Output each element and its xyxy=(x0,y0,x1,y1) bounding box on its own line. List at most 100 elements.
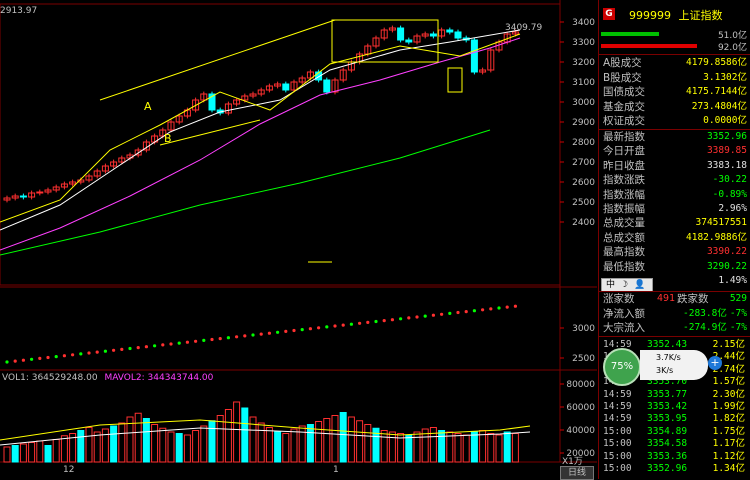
x-label-jan: 1 xyxy=(333,465,339,475)
volume-bar xyxy=(413,431,421,463)
bar2-value: 92.0亿 xyxy=(717,43,747,53)
lang-zh-button[interactable]: 中 xyxy=(606,279,615,291)
flow-dot xyxy=(464,310,468,314)
kline-chart[interactable]: 3400 3300 3200 3100 3000 2900 2800 2700 2600 2500… xyxy=(0,0,597,479)
index-row-1-value: 3389.85 xyxy=(706,145,747,157)
volume-bar xyxy=(356,420,364,463)
index-row-7: 总成交额 4182.9886亿 xyxy=(601,231,749,245)
peak-label: 3409.79 xyxy=(505,23,542,33)
price-axis-label: 2600 xyxy=(572,178,595,188)
index-row-6-value: 374517551 xyxy=(695,217,747,229)
user-icon[interactable]: 👤 xyxy=(634,279,645,291)
flow-pct: -7% xyxy=(729,322,747,333)
g-badge[interactable]: G xyxy=(603,8,615,20)
flow-pct: -7% xyxy=(729,308,747,319)
tick-volume: 1.34亿 xyxy=(712,463,745,474)
flow-dot xyxy=(194,339,198,343)
flow-dot xyxy=(103,349,107,353)
up-count: 491 xyxy=(657,293,676,304)
flow-dot xyxy=(62,354,66,358)
index-row-4: 指数涨幅 -0.89% xyxy=(601,188,749,202)
index-row-2-label: 昨日收盘 xyxy=(603,159,645,172)
price-axis-label: 2700 xyxy=(572,158,595,168)
index-row-5-value: 2.96% xyxy=(718,203,747,214)
trade-row-4: 权证成交 0.0000亿 xyxy=(601,114,749,128)
price-axis-label: 3000 xyxy=(572,98,595,108)
flow-label: 净流入额 xyxy=(603,308,645,320)
index-row-3-value: -30.22 xyxy=(712,174,747,186)
speed-percent[interactable]: 75% xyxy=(603,348,641,386)
price-axis-label: 2900 xyxy=(572,118,595,128)
price-axis-label: 2500 xyxy=(572,198,595,208)
flow-dot xyxy=(431,313,435,317)
index-row-6-label: 总成交量 xyxy=(603,217,645,230)
trade-row-3-value: 273.4804亿 xyxy=(691,100,747,112)
candle-body xyxy=(454,31,462,39)
volume-bar xyxy=(274,431,282,463)
price-axis-label: 3300 xyxy=(572,38,595,48)
candle-body xyxy=(19,195,27,198)
price-axis-label: 3400 xyxy=(572,18,595,28)
volume-bar xyxy=(19,443,27,463)
volume-bar xyxy=(429,427,437,463)
flow-dot xyxy=(38,356,42,360)
volume-bar xyxy=(470,431,478,463)
index-name: 999999 上证指数 xyxy=(629,7,723,23)
flow-dot xyxy=(153,344,157,348)
flow-dot xyxy=(202,338,206,342)
volume-bar xyxy=(503,431,511,463)
volume-bar xyxy=(257,422,265,463)
index-row-2-value: 3383.18 xyxy=(706,159,747,171)
daily-tab[interactable]: 日线 xyxy=(560,466,594,480)
trade-row-2: 国债成交 4175.7144亿 xyxy=(601,85,749,99)
extra-pct: 1.49% xyxy=(718,275,747,286)
index-row-8-value: 3390.22 xyxy=(706,246,747,258)
flow-dot xyxy=(185,340,189,344)
flow-dot xyxy=(407,316,411,320)
flow-dot xyxy=(292,328,296,333)
volume-bar xyxy=(85,427,93,463)
flow-dot xyxy=(235,335,239,339)
index-row-0: 最新指数 3352.96 xyxy=(601,130,749,144)
flow-dot xyxy=(243,334,247,338)
ma-line xyxy=(0,29,521,231)
trade-row-2-label: 国债成交 xyxy=(603,86,645,98)
flow-dot xyxy=(87,351,91,355)
box-marker xyxy=(447,67,463,93)
moon-icon[interactable]: ☽ xyxy=(620,279,628,291)
flow-dot xyxy=(456,310,460,315)
volume-bar xyxy=(298,425,306,463)
plus-icon[interactable]: + xyxy=(708,356,722,370)
trade-row-0-value: 4179.8586亿 xyxy=(686,57,747,68)
price-axis-label: 3100 xyxy=(572,78,595,88)
flow-dot xyxy=(448,311,452,315)
index-row-0-value: 3352.96 xyxy=(706,131,747,142)
tick-time: 15:00 xyxy=(603,463,632,474)
flow-dot xyxy=(440,312,444,316)
flow-dot xyxy=(112,348,116,352)
volume-bar xyxy=(347,416,355,463)
strength-bar-1: 51.0亿 xyxy=(601,28,749,41)
upload-speed: 3.7K/s xyxy=(656,353,681,362)
volume-bar xyxy=(183,434,191,463)
index-row-1-label: 今日开盘 xyxy=(603,145,645,158)
volume-bar xyxy=(142,418,150,463)
volume-bar xyxy=(28,442,36,463)
vol-axis-label: 40000 xyxy=(566,426,595,436)
flow-dot xyxy=(497,306,501,310)
index-row-3: 指数涨跌 -30.22 xyxy=(601,173,749,187)
mid-axis-label: 2500 xyxy=(572,354,595,364)
volume-bar xyxy=(159,427,167,463)
trade-row-4-label: 权证成交 xyxy=(603,115,645,127)
flow-dot xyxy=(161,343,165,347)
volume-bar xyxy=(323,418,331,463)
trade-row-3-label: 基金成交 xyxy=(603,100,645,113)
volume-bar xyxy=(3,446,11,463)
flow-dot xyxy=(513,304,518,308)
down-count: 529 xyxy=(729,293,747,304)
flow-dot xyxy=(54,355,58,359)
candle-body xyxy=(446,29,454,33)
ma-line xyxy=(0,33,521,223)
flow-dot xyxy=(489,307,493,311)
kline-canvas[interactable]: 3400 3300 3200 3100 3000 2900 2800 2700 2600 2500… xyxy=(0,0,597,479)
